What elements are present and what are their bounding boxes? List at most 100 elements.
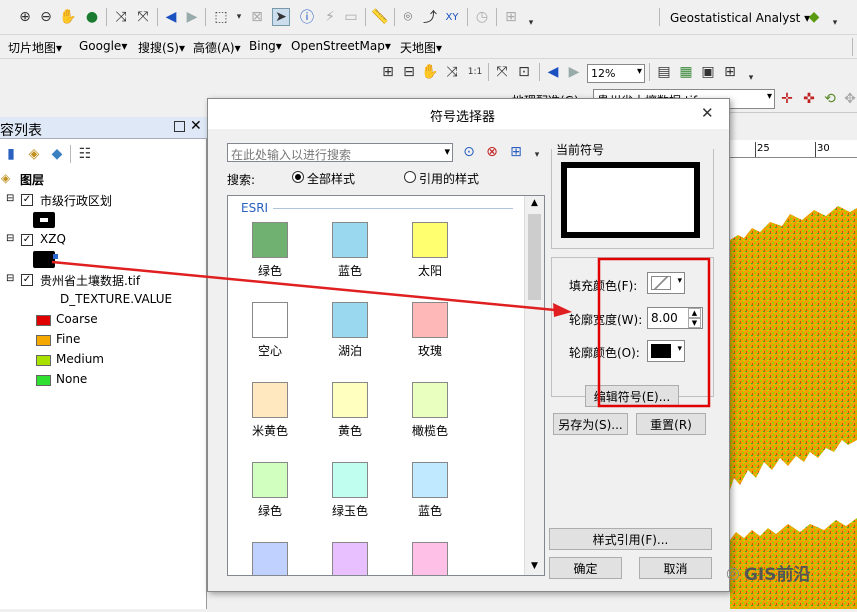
- html-popup-icon[interactable]: ▭: [342, 8, 360, 26]
- legend-swatch-none[interactable]: [36, 375, 51, 386]
- spin-down-icon[interactable]: ▼: [688, 318, 701, 328]
- add-control-points-icon[interactable]: ✛: [778, 90, 796, 108]
- layout-zoom-100-icon[interactable]: 1:1: [466, 63, 484, 81]
- identify-icon[interactable]: ⓘ: [298, 8, 316, 26]
- legend-swatch-fine[interactable]: [36, 335, 51, 346]
- symbol-swatch[interactable]: [332, 222, 368, 258]
- symbol-swatch[interactable]: [332, 302, 368, 338]
- symbol-swatch[interactable]: [252, 462, 288, 498]
- zoom-in-icon[interactable]: ⊕: [16, 8, 34, 26]
- pan-hand-icon[interactable]: ✋: [59, 8, 77, 26]
- layer-checkbox-city[interactable]: ✓: [21, 194, 33, 206]
- symbol-swatch[interactable]: [252, 542, 288, 575]
- map-view[interactable]: [730, 140, 857, 609]
- hyperlink-icon[interactable]: ⚡: [321, 8, 339, 26]
- symbol-gallery[interactable]: ESRI 绿色 蓝色 太阳 空心 湖泊 玫瑰 米黄色 黄色 橄榄色 绿色 绿玉色 蓝色 ▲ ▼: [227, 195, 545, 576]
- toolbar-options-icon[interactable]: ▾: [522, 14, 540, 32]
- style-references-button[interactable]: 样式引用(F)...: [549, 528, 712, 550]
- select-features-icon[interactable]: ⬚: [212, 8, 230, 26]
- view-options-chevron-icon[interactable]: ▾: [528, 146, 546, 164]
- fixed-zoom-out-icon[interactable]: ⤧: [134, 8, 152, 26]
- clear-search-icon[interactable]: ⊗: [483, 143, 501, 161]
- layer-name-city[interactable]: 市级行政区划: [40, 192, 112, 209]
- layout-zoom-out-icon[interactable]: ⊟: [400, 63, 418, 81]
- menu-google[interactable]: Google▾: [79, 39, 127, 53]
- symbol-swatch[interactable]: [412, 382, 448, 418]
- shift-icon[interactable]: ✥: [841, 90, 857, 108]
- chevron-down-icon[interactable]: ▾: [637, 66, 642, 77]
- zoom-percent-select[interactable]: 12% ▾: [587, 64, 645, 83]
- radio-referenced-styles[interactable]: [404, 171, 416, 183]
- layer-checkbox-xzq[interactable]: ✓: [21, 234, 33, 246]
- menu-soso[interactable]: 搜搜(S)▾: [138, 39, 185, 56]
- scroll-thumb[interactable]: [528, 214, 541, 300]
- full-extent-globe-icon[interactable]: ●: [83, 8, 101, 26]
- symbol-swatch[interactable]: [252, 222, 288, 258]
- reset-button[interactable]: 重置(R): [636, 413, 706, 435]
- clear-selection-icon[interactable]: ⊠: [248, 8, 266, 26]
- collapse-icon[interactable]: ⊟: [6, 233, 14, 244]
- symbol-swatch[interactable]: [252, 302, 288, 338]
- back-arrow-icon[interactable]: ◀: [162, 8, 180, 26]
- symbol-swatch[interactable]: [332, 542, 368, 575]
- close-icon[interactable]: ✕: [701, 104, 714, 122]
- layers-root[interactable]: 图层: [20, 171, 44, 188]
- menu-bing[interactable]: Bing▾: [249, 39, 282, 53]
- layer-name-soil[interactable]: 贵州省土壤数据.tif: [40, 272, 140, 289]
- symbol-swatch[interactable]: [412, 302, 448, 338]
- ok-button[interactable]: 确定: [549, 557, 622, 579]
- chevron-down-icon[interactable]: ▾: [677, 344, 682, 354]
- view-options-icon[interactable]: ⊞: [507, 143, 525, 161]
- save-as-button[interactable]: 另存为(S)...: [553, 413, 628, 435]
- collapse-icon[interactable]: ⊟: [6, 273, 14, 284]
- layout-full-page-icon[interactable]: ⤧: [493, 63, 511, 81]
- chevron-down-icon[interactable]: ▾: [767, 91, 772, 102]
- menu-gaode[interactable]: 高德(A)▾: [193, 39, 241, 56]
- symbol-swatch[interactable]: [332, 382, 368, 418]
- goto-xy-icon[interactable]: XY: [443, 8, 461, 26]
- toc-dock-button[interactable]: [174, 121, 185, 132]
- outline-color-picker[interactable]: ▾: [647, 340, 685, 362]
- rotate-icon[interactable]: ⟲: [821, 90, 839, 108]
- symbol-swatch[interactable]: [412, 462, 448, 498]
- geostatistical-analyst-menu[interactable]: Geostatistical Analyst ▾: [670, 11, 810, 25]
- toggle-draft-icon[interactable]: ▤: [655, 63, 673, 81]
- layer-symbol-xzq[interactable]: [33, 251, 58, 268]
- zoom-out-icon[interactable]: ⊖: [37, 8, 55, 26]
- menu-openstreetmap[interactable]: OpenStreetMap▾: [291, 39, 391, 53]
- change-layout-icon[interactable]: ▣: [699, 63, 717, 81]
- layer-symbol-city[interactable]: [33, 212, 55, 228]
- find-route-icon[interactable]: ⤴: [421, 8, 439, 26]
- cancel-button[interactable]: 取消: [639, 557, 712, 579]
- layout-zoom-in-icon[interactable]: ⊞: [379, 63, 397, 81]
- symbol-swatch[interactable]: [252, 382, 288, 418]
- scroll-down-icon[interactable]: ▼: [531, 561, 538, 571]
- radio-referenced-styles-label[interactable]: 引用的样式: [419, 170, 479, 187]
- layout-fixed-zoom-icon[interactable]: ⤨: [443, 63, 461, 81]
- fill-color-picker[interactable]: ▾: [647, 272, 685, 294]
- collapse-icon[interactable]: ⊟: [6, 193, 14, 204]
- auto-adjust-icon[interactable]: ✜: [800, 90, 818, 108]
- select-elements-icon[interactable]: ➤: [272, 8, 290, 26]
- layout-forward-icon[interactable]: ▶: [565, 63, 583, 81]
- geostat-wizard-icon[interactable]: ◆: [805, 8, 823, 26]
- symbol-swatch[interactable]: [412, 542, 448, 575]
- layout-pan-icon[interactable]: ✋: [421, 63, 439, 81]
- layer-name-xzq[interactable]: XZQ: [40, 232, 66, 246]
- symbol-swatch[interactable]: [332, 462, 368, 498]
- radio-all-styles[interactable]: [292, 171, 304, 183]
- chevron-down-icon[interactable]: ▾: [444, 145, 450, 158]
- layout-back-icon[interactable]: ◀: [544, 63, 562, 81]
- chevron-down-icon[interactable]: ▾: [677, 276, 682, 286]
- outline-width-input[interactable]: 8.00 ▲ ▼: [647, 307, 703, 329]
- close-icon[interactable]: ✕: [190, 118, 202, 134]
- search-icon[interactable]: ⊙: [460, 143, 478, 161]
- geostat-options-icon[interactable]: ▾: [826, 14, 844, 32]
- fixed-zoom-in-icon[interactable]: ⤨: [112, 8, 130, 26]
- menu-tile-map[interactable]: 切片地图▾: [8, 39, 62, 56]
- list-by-drawing-order-icon[interactable]: ▮: [2, 145, 20, 163]
- data-driven-pages-icon[interactable]: ⊞: [721, 63, 739, 81]
- gallery-scrollbar[interactable]: ▲ ▼: [524, 196, 544, 575]
- list-by-source-icon[interactable]: ◈: [25, 145, 43, 163]
- symbol-swatch[interactable]: [412, 222, 448, 258]
